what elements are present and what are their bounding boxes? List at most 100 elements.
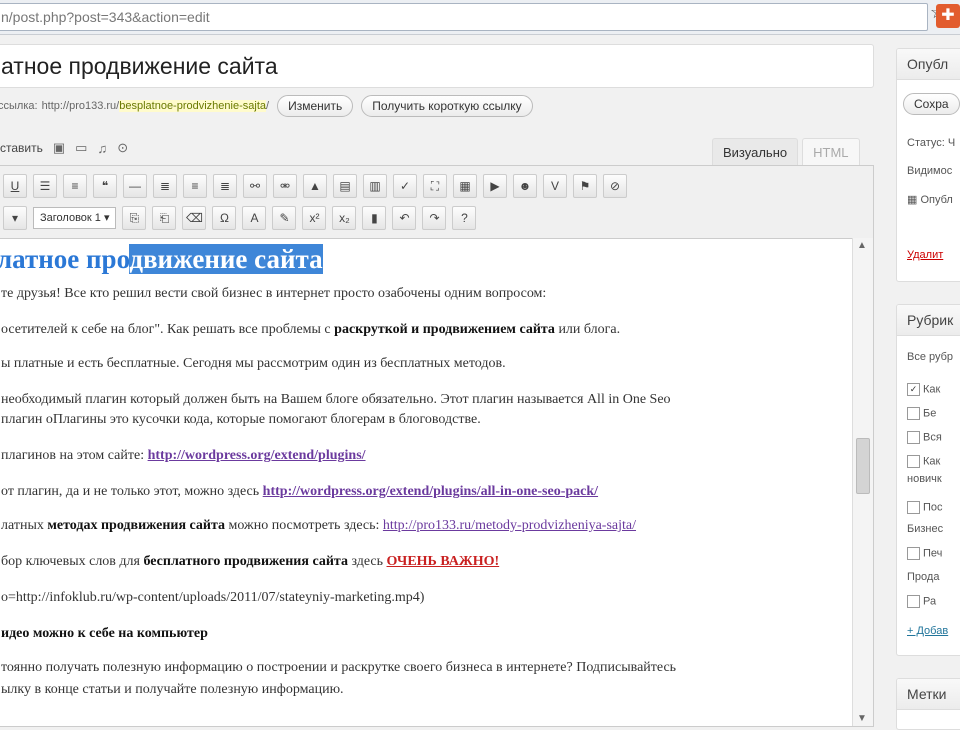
bullet-list-icon[interactable]: ☰ xyxy=(33,174,57,198)
media-icon[interactable]: ⊙ xyxy=(117,140,128,156)
published-text: Опубл xyxy=(920,194,953,206)
paragraph-8: бор ключевых слов для бесплатного продви… xyxy=(1,554,499,570)
redo-icon[interactable]: ↷ xyxy=(422,206,447,230)
superscript-icon[interactable]: x² xyxy=(302,206,327,230)
insert-image-icon[interactable]: ▲ xyxy=(303,174,327,198)
plugins-link[interactable]: http://wordpress.org/extend/plugins/ xyxy=(148,448,366,463)
align-left-icon[interactable]: ≣ xyxy=(153,174,177,198)
category-item[interactable]: Пос xyxy=(907,501,943,514)
horizontal-rule-icon[interactable]: — xyxy=(123,174,147,198)
p6-text: от плагин, да и не только этот, можно зд… xyxy=(1,484,263,499)
category-group-label: Прода xyxy=(907,571,940,583)
save-draft-button[interactable]: Сохра xyxy=(903,93,960,115)
editor-scrollbar[interactable]: ▲ ▼ xyxy=(852,238,873,726)
checkbox[interactable] xyxy=(907,501,920,514)
publish-panel: Опубл Сохра Статус: Ч Видимос ▦ Опубл Уд… xyxy=(896,48,960,282)
paragraph-2: осетителей к себе на блог". Как решать в… xyxy=(1,322,620,338)
paragraph-10: идео можно к себе на компьютер xyxy=(1,626,208,641)
fullscreen-icon[interactable]: ⛶ xyxy=(423,174,447,198)
heading-selected-text: движение сайта xyxy=(129,244,323,274)
image-icon[interactable]: ▣ xyxy=(53,140,65,156)
numbered-list-icon[interactable]: ≡ xyxy=(63,174,87,198)
indent-icon[interactable]: ▮ xyxy=(362,206,387,230)
unlink-icon[interactable]: ⚮ xyxy=(273,174,297,198)
highlight-color-icon[interactable]: ✎ xyxy=(272,206,297,230)
paragraph-1: те друзья! Все кто решил вести свой бизн… xyxy=(1,286,547,301)
category-label: Ра xyxy=(923,595,937,608)
tags-panel: Метки xyxy=(896,678,960,730)
category-item[interactable]: Бе xyxy=(907,407,936,420)
kitchen-sink-icon[interactable]: ⊘ xyxy=(603,174,627,198)
p2-text-c: или блога. xyxy=(554,322,621,337)
permalink-label: ссылка: xyxy=(0,100,38,112)
p7-bold: методах продвижения сайта xyxy=(47,518,226,533)
url-text: n/post.php?post=343&action=edit xyxy=(1,9,210,25)
checkbox[interactable] xyxy=(907,547,920,560)
change-permalink-button[interactable]: Изменить xyxy=(277,95,354,117)
link-icon[interactable]: ⚯ xyxy=(243,174,267,198)
status-label: Статус: Ч xyxy=(907,137,956,149)
spellcheck-icon[interactable]: ✓ xyxy=(393,174,417,198)
tab-html[interactable]: HTML xyxy=(802,138,860,167)
add-media-label: ставить xyxy=(0,141,43,155)
checkbox-checked[interactable]: ✓ xyxy=(907,383,920,396)
all-categories-tab[interactable]: Все рубр xyxy=(907,351,953,363)
delete-link[interactable]: Удалит xyxy=(907,249,943,261)
dropdown-arrow-icon[interactable]: ▾ xyxy=(3,206,27,230)
post-title-input[interactable]: атное продвижение сайта xyxy=(0,44,874,88)
methods-link[interactable]: http://pro133.ru/metody-prodvizheniya-sa… xyxy=(383,518,636,533)
category-item[interactable]: Как xyxy=(907,455,940,468)
scrollbar-thumb[interactable] xyxy=(856,438,870,494)
odnoklassniki-icon[interactable]: ☻ xyxy=(513,174,537,198)
permalink-slug[interactable]: besplatnoe-prodvizhenie-sajta xyxy=(119,100,266,112)
category-item[interactable]: ✓ Как xyxy=(907,383,940,396)
tab-visual[interactable]: Визуально xyxy=(712,138,799,167)
category-item[interactable]: Печ xyxy=(907,547,942,560)
plus-icon[interactable]: ✚ xyxy=(936,4,960,28)
help-icon[interactable]: ? xyxy=(452,206,477,230)
paste-word-icon[interactable]: ⎗ xyxy=(152,206,177,230)
scroll-up-icon[interactable]: ▲ xyxy=(857,240,867,251)
omega-icon[interactable]: Ω xyxy=(212,206,237,230)
undo-icon[interactable]: ↶ xyxy=(392,206,417,230)
eraser-icon[interactable]: ⌫ xyxy=(182,206,207,230)
category-item[interactable]: Ра xyxy=(907,595,936,608)
paste-text-icon[interactable]: ⎘ xyxy=(122,206,147,230)
paragraph-11-line-2: ылку в конце статьи и получайте полезную… xyxy=(1,682,344,697)
category-label: Как xyxy=(923,383,941,396)
category-label: Бе xyxy=(923,407,937,420)
p8-bold: бесплатного продвижения сайта xyxy=(143,554,348,569)
media-row: ставить ▣ ▭ ♫ ⊙ xyxy=(0,140,128,156)
p8-text-c: здесь xyxy=(347,554,387,569)
important-link[interactable]: ОЧЕНЬ ВАЖНО! xyxy=(387,554,500,569)
table-icon[interactable]: ▦ xyxy=(453,174,477,198)
align-center-icon[interactable]: ≡ xyxy=(183,174,207,198)
underline-icon[interactable]: U xyxy=(3,174,27,198)
format-select[interactable]: Заголовок 1 ▾ xyxy=(33,207,117,229)
checkbox[interactable] xyxy=(907,407,920,420)
paragraph-3: ы платные и есть бесплатные. Сегодня мы … xyxy=(1,356,506,371)
shortlink-button[interactable]: Получить короткую ссылку xyxy=(361,95,533,117)
scroll-down-icon[interactable]: ▼ xyxy=(857,713,867,724)
address-bar[interactable]: n/post.php?post=343&action=edit xyxy=(0,3,928,31)
checkbox[interactable] xyxy=(907,431,920,444)
checkbox[interactable] xyxy=(907,595,920,608)
paragraph-7: латных методах продвижения сайта можно п… xyxy=(1,518,636,534)
checkbox[interactable] xyxy=(907,455,920,468)
editor-content[interactable]: латное продвижение сайта те друзья! Все … xyxy=(0,238,849,726)
flag-icon[interactable]: ⚑ xyxy=(573,174,597,198)
music-icon[interactable]: ♫ xyxy=(97,141,107,156)
blockquote-icon[interactable]: ❝ xyxy=(93,174,117,198)
vimeo-icon[interactable]: V xyxy=(543,174,567,198)
text-color-icon[interactable]: A xyxy=(242,206,267,230)
seo-pack-link[interactable]: http://wordpress.org/extend/plugins/all-… xyxy=(263,484,598,499)
published-label: ▦ Опубл xyxy=(907,193,953,206)
category-item[interactable]: Вся xyxy=(907,431,942,444)
video-icon[interactable]: ▭ xyxy=(75,140,87,156)
youtube-icon[interactable]: ▶ xyxy=(483,174,507,198)
align-right-icon[interactable]: ≣ xyxy=(213,174,237,198)
add-category-link[interactable]: + Добав xyxy=(907,625,948,637)
page-break-icon[interactable]: ▥ xyxy=(363,174,387,198)
more-tag-icon[interactable]: ▤ xyxy=(333,174,357,198)
subscript-icon[interactable]: x₂ xyxy=(332,206,357,230)
